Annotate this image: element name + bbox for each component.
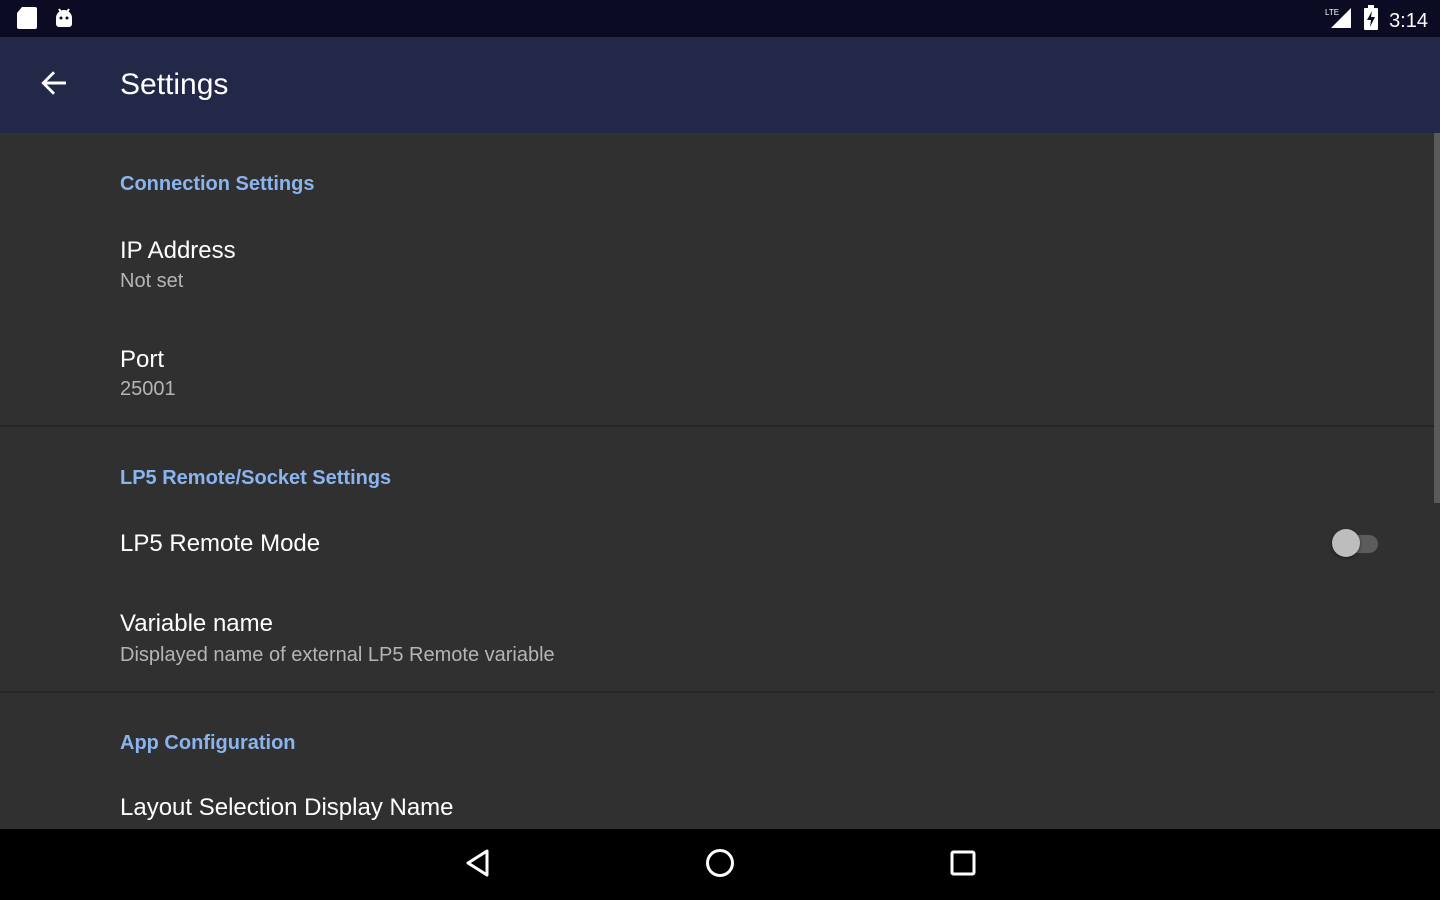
pref-title: IP Address	[120, 237, 236, 264]
pref-summary: 25001	[120, 378, 176, 400]
section-header-lp5-remote: LP5 Remote/Socket Settings	[120, 467, 392, 489]
nav-home-button[interactable]	[698, 843, 742, 887]
page-title: Settings	[120, 68, 229, 101]
nav-bar	[0, 829, 1440, 900]
divider	[0, 691, 1434, 693]
svg-text:LTE: LTE	[1325, 8, 1339, 17]
pref-lp5-remote-mode[interactable]: LP5 Remote Mode	[0, 513, 1434, 575]
pref-port[interactable]: Port 25001	[0, 333, 1434, 423]
section-header-app-config: App Configuration	[120, 732, 296, 754]
pref-layout-selection-display-name[interactable]: Layout Selection Display Name	[0, 778, 1434, 829]
settings-list[interactable]: Connection Settings IP Address Not set P…	[0, 133, 1440, 829]
pref-summary: Displayed name of external LP5 Remote va…	[120, 644, 555, 666]
nav-back-button[interactable]	[456, 843, 500, 887]
pref-ip-address[interactable]: IP Address Not set	[0, 223, 1434, 313]
pref-title: LP5 Remote Mode	[120, 530, 321, 557]
divider	[0, 425, 1434, 427]
signal-icon: LTE	[1325, 6, 1353, 35]
battery-charging-icon	[1363, 5, 1379, 36]
status-left-icons	[16, 6, 76, 35]
status-time: 3:14	[1389, 9, 1428, 32]
sd-card-icon	[16, 6, 38, 35]
android-debug-icon	[52, 6, 76, 35]
lp5-remote-mode-toggle[interactable]	[1332, 528, 1382, 558]
pref-variable-name[interactable]: Variable name Displayed name of external…	[0, 598, 1434, 688]
app-bar: Settings	[0, 37, 1440, 133]
nav-recents-button[interactable]	[941, 843, 985, 887]
back-triangle-icon	[463, 847, 493, 884]
pref-title: Port	[120, 346, 165, 373]
switch-thumb	[1332, 529, 1360, 557]
pref-title: Variable name	[120, 610, 273, 637]
recents-square-icon	[948, 848, 978, 883]
arrow-back-icon	[38, 67, 70, 104]
status-right-icons: LTE 3:14	[1325, 5, 1428, 36]
pref-summary: Not set	[120, 270, 184, 292]
section-header-connection: Connection Settings	[120, 173, 315, 195]
home-circle-icon	[704, 847, 736, 884]
pref-title: Layout Selection Display Name	[120, 794, 454, 821]
back-button[interactable]	[30, 61, 78, 109]
scrollbar[interactable]	[1434, 133, 1440, 503]
status-bar: LTE 3:14	[0, 0, 1440, 37]
